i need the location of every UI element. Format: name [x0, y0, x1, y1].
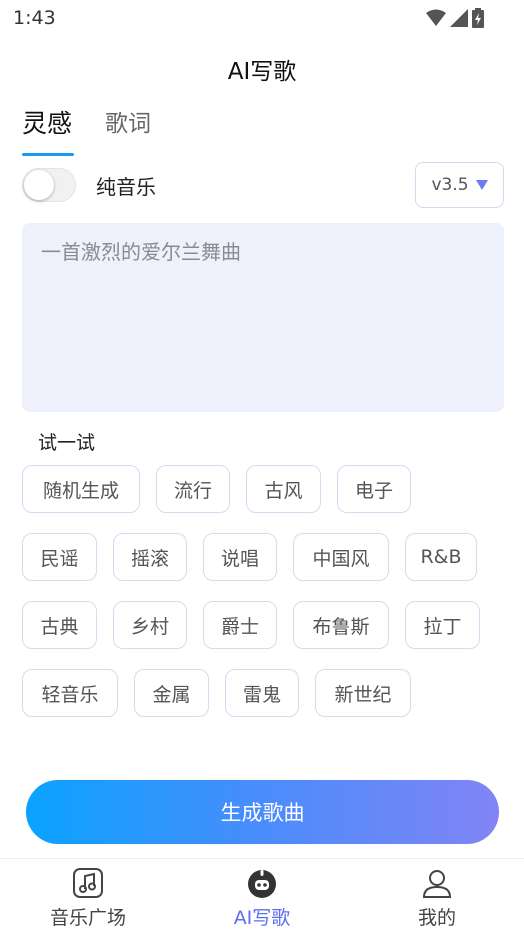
status-bar: 1:43 — [0, 0, 524, 36]
chip-rock[interactable]: 摇滚 — [113, 533, 187, 581]
chip-classical[interactable]: 古典 — [22, 601, 97, 649]
chip-reggae[interactable]: 雷鬼 — [225, 669, 299, 717]
chip-electronic[interactable]: 电子 — [337, 465, 411, 513]
chip-rap[interactable]: 说唱 — [203, 533, 277, 581]
tab-bar: 灵感 歌词 — [22, 104, 184, 156]
chip-new-age[interactable]: 新世纪 — [315, 669, 411, 717]
chip-light-music[interactable]: 轻音乐 — [22, 669, 118, 717]
nav-music-square[interactable]: 音乐广场 — [28, 867, 148, 930]
wifi-icon — [426, 9, 446, 26]
prompt-input[interactable] — [22, 223, 504, 412]
pure-music-toggle[interactable] — [22, 168, 76, 202]
signal-icon — [450, 9, 468, 27]
nav-label-ai-write-song: AI写歌 — [233, 907, 291, 929]
nav-mine[interactable]: 我的 — [377, 867, 497, 930]
caret-down-icon — [475, 180, 488, 190]
chip-latin[interactable]: 拉丁 — [405, 601, 480, 649]
chip-folk[interactable]: 民谣 — [22, 533, 97, 581]
toggle-knob — [24, 170, 54, 200]
chip-chinese-style[interactable]: 中国风 — [293, 533, 389, 581]
version-value: v3.5 — [431, 175, 469, 195]
chip-rnb[interactable]: R&B — [405, 533, 477, 581]
tab-inspiration[interactable]: 灵感 — [22, 104, 75, 156]
generate-song-button[interactable]: 生成歌曲 — [26, 780, 499, 844]
nav-label-mine: 我的 — [417, 907, 456, 929]
chip-jazz[interactable]: 爵士 — [203, 601, 277, 649]
chip-pop[interactable]: 流行 — [156, 465, 230, 513]
profile-icon — [422, 870, 452, 898]
chip-random[interactable]: 随机生成 — [22, 465, 140, 513]
status-time: 1:43 — [13, 7, 56, 29]
tab-lyrics[interactable]: 歌词 — [105, 104, 151, 152]
version-select[interactable]: v3.5 — [415, 162, 504, 208]
pure-music-label: 纯音乐 — [96, 174, 156, 199]
nav-label-music-square: 音乐广场 — [49, 907, 126, 929]
chip-blues[interactable]: 布鲁斯 — [293, 601, 389, 649]
ai-robot-icon — [248, 870, 276, 898]
nav-ai-write-song[interactable]: AI写歌 — [202, 867, 322, 930]
chip-ancient[interactable]: 古风 — [246, 465, 321, 513]
battery-icon — [472, 8, 484, 28]
chip-metal[interactable]: 金属 — [134, 669, 209, 717]
try-label: 试一试 — [38, 432, 96, 454]
chip-country[interactable]: 乡村 — [113, 601, 187, 649]
pure-music-row: 纯音乐 — [22, 168, 156, 202]
music-note-icon — [73, 868, 103, 898]
page-title: AI写歌 — [227, 59, 297, 85]
bottom-nav: 音乐广场 AI写歌 我的 — [0, 858, 524, 932]
status-icons — [426, 8, 484, 28]
